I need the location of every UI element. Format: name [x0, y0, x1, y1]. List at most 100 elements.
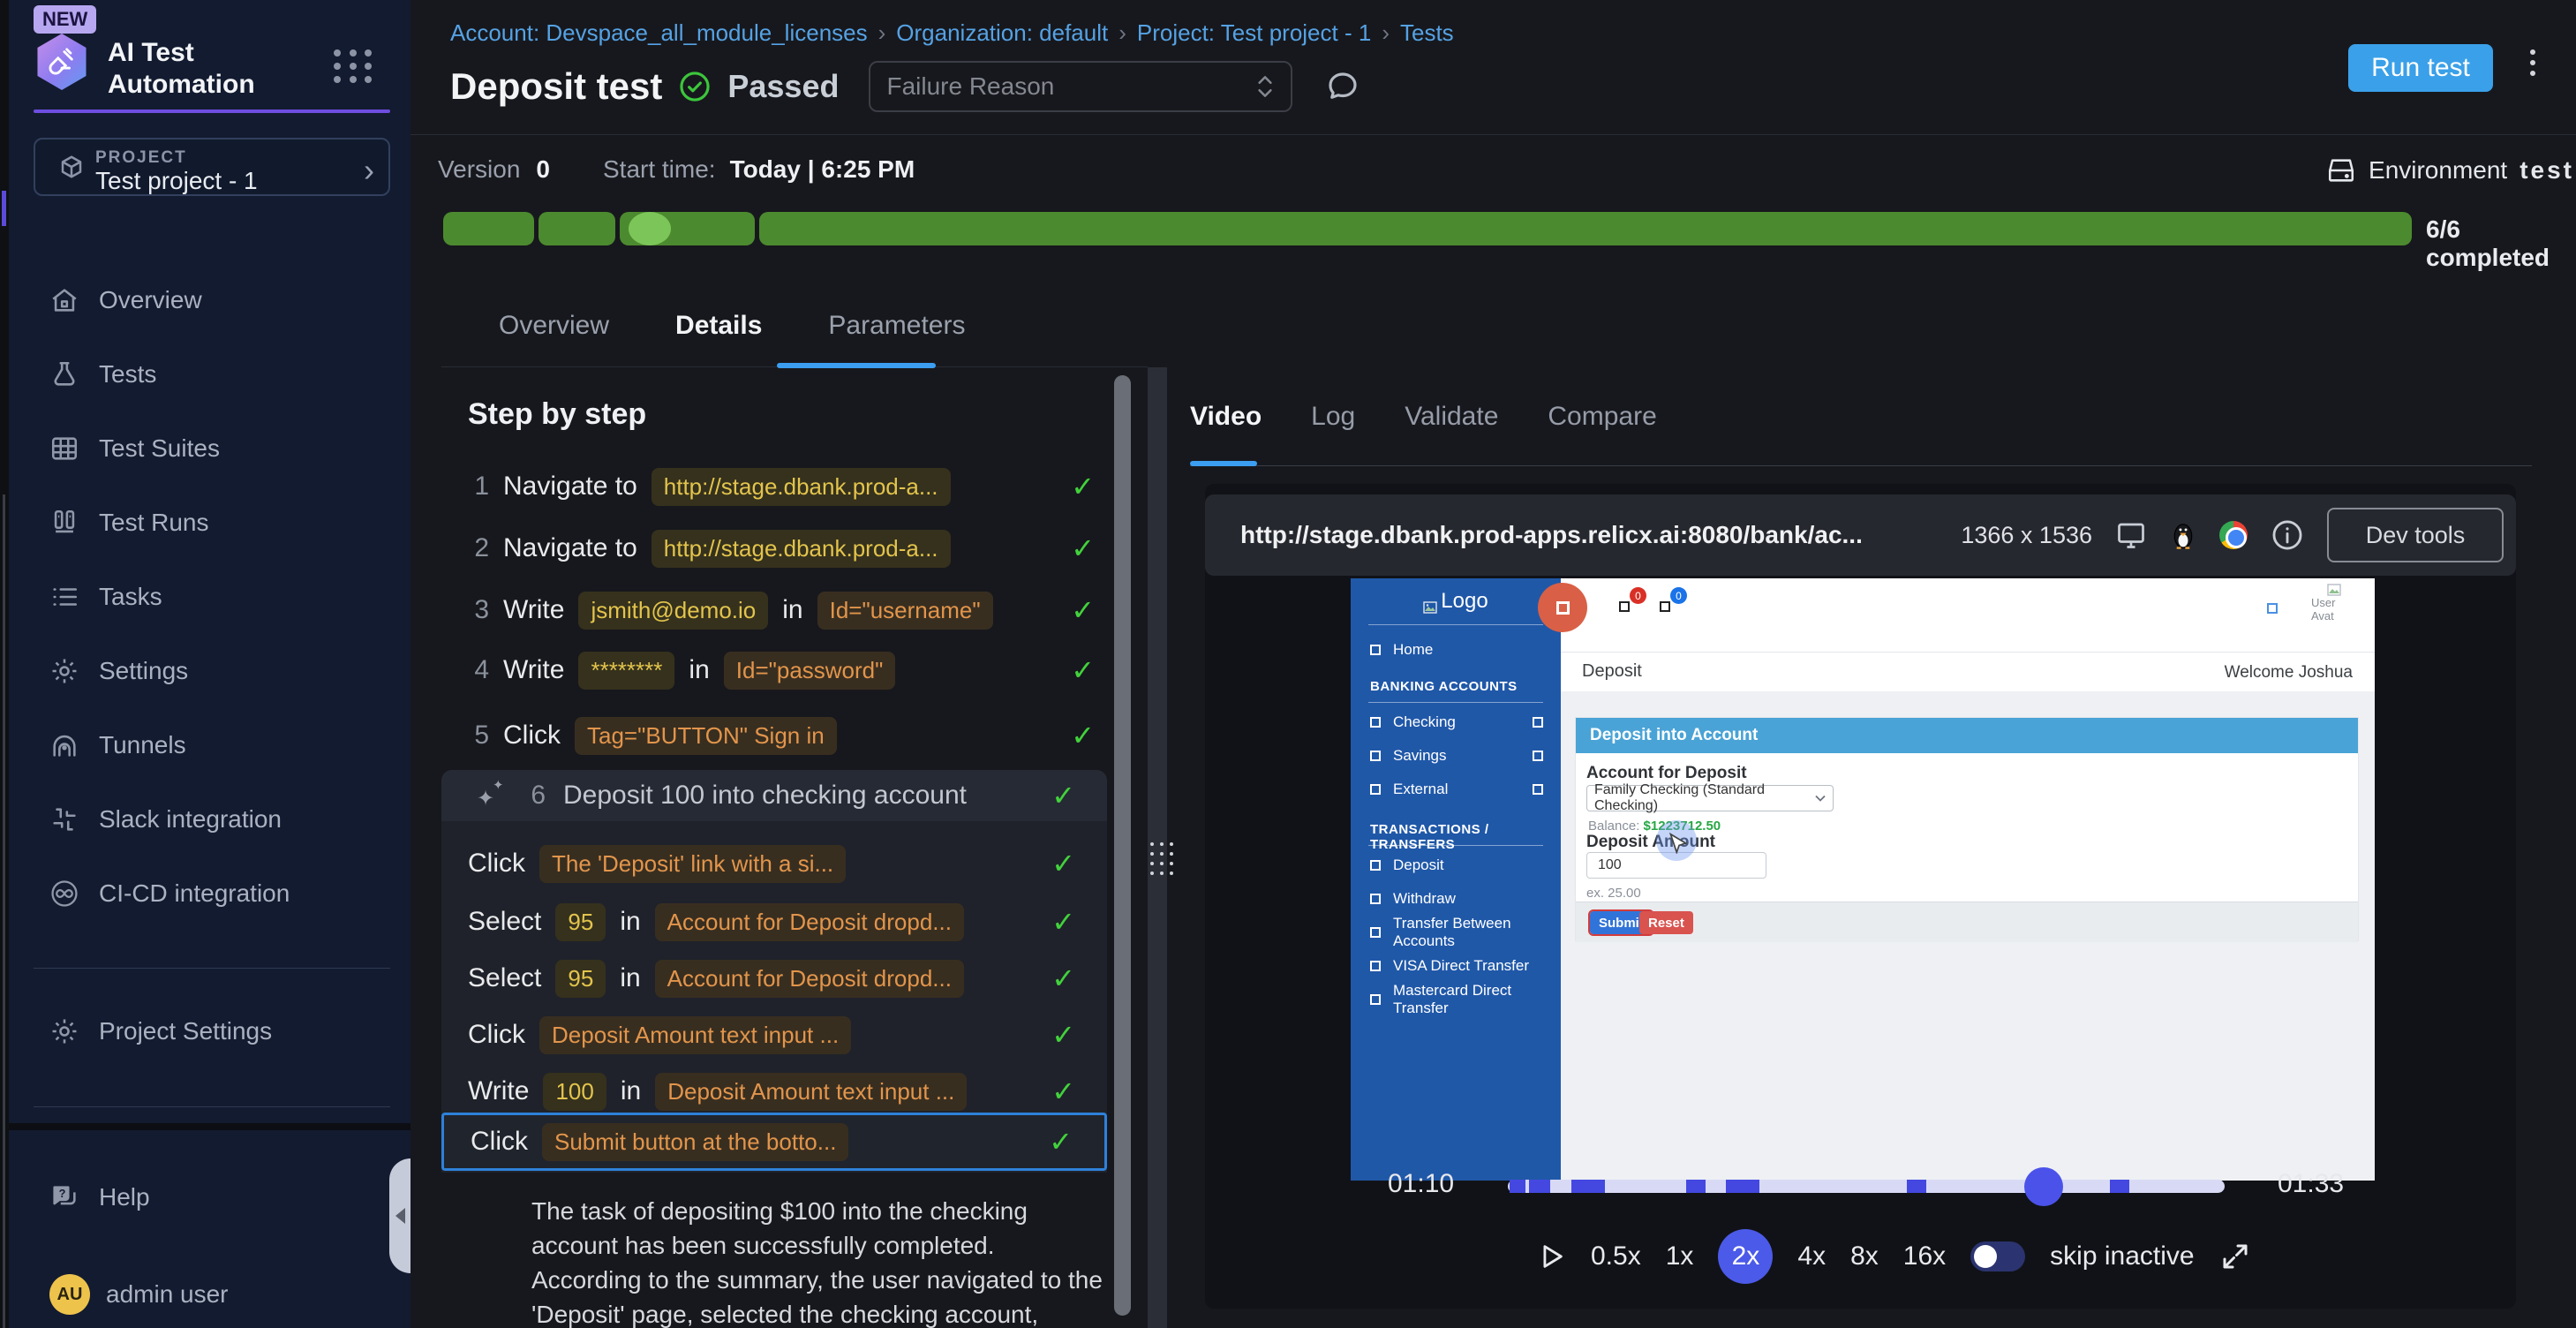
- step-value-tag[interactable]: ********: [578, 652, 674, 690]
- sidebar-item-slack-integration[interactable]: Slack integration: [34, 795, 390, 844]
- app-switcher-icon[interactable]: [334, 49, 374, 83]
- bank-nav-withdraw[interactable]: Withdraw: [1351, 884, 1561, 914]
- tab-details[interactable]: Details: [675, 311, 762, 341]
- progress-segment[interactable]: [620, 212, 755, 245]
- sidebar-item-cicd-integration[interactable]: CI-CD integration: [34, 869, 390, 918]
- substep-row-3[interactable]: Select 95 in Account for Deposit dropd..…: [441, 954, 1107, 1003]
- account-for-deposit-select[interactable]: Family Checking (Standard Checking): [1586, 785, 1834, 811]
- tab-overview[interactable]: Overview: [499, 311, 609, 341]
- video-timeline[interactable]: [1508, 1180, 2225, 1193]
- devtools-button[interactable]: Dev tools: [2327, 508, 2504, 562]
- steps-scrollbar[interactable]: [1114, 375, 1131, 1316]
- step-action: Write: [468, 1076, 529, 1106]
- progress-segment[interactable]: [759, 212, 2412, 245]
- sidebar-item-test-runs[interactable]: Test Runs: [34, 498, 390, 547]
- substep-row-2[interactable]: Select 95 in Account for Deposit dropd..…: [441, 897, 1107, 947]
- substep-row-4[interactable]: Click Deposit Amount text input ...: [441, 1010, 1107, 1060]
- checkbox-icon[interactable]: [1619, 601, 1630, 612]
- speed-8x[interactable]: 8x: [1850, 1241, 1879, 1271]
- step-locator-tag[interactable]: Deposit Amount text input ...: [539, 1016, 851, 1054]
- bank-nav-visa[interactable]: VISA Direct Transfer: [1351, 951, 1561, 981]
- speed-0-5x[interactable]: 0.5x: [1591, 1241, 1641, 1271]
- sidebar-item-test-suites[interactable]: Test Suites: [34, 424, 390, 473]
- sidebar-item-tunnels[interactable]: Tunnels: [34, 721, 390, 770]
- bank-nav-transfer[interactable]: Transfer Between Accounts: [1351, 917, 1561, 947]
- step-row-3[interactable]: 3 Write jsmith@demo.io in Id="username": [468, 586, 1095, 634]
- bank-nav-home[interactable]: Home: [1351, 635, 1561, 665]
- step-value-tag[interactable]: 100: [543, 1073, 606, 1111]
- step-locator-tag[interactable]: The 'Deposit' link with a si...: [539, 845, 846, 883]
- app-window: NEW AI Test Automation PROJECT Test proj…: [0, 0, 2576, 1328]
- sidebar-item-help[interactable]: ? Help: [34, 1173, 390, 1222]
- breadcrumb-project[interactable]: Project: Test project - 1: [1137, 19, 1371, 47]
- bank-nav-mastercard[interactable]: Mastercard Direct Transfer: [1351, 985, 1561, 1015]
- project-label: PROJECT: [95, 148, 187, 168]
- bank-section-transactions: TRANSACTIONS / TRANSFERS: [1370, 822, 1561, 852]
- tab-parameters[interactable]: Parameters: [828, 311, 965, 341]
- step-locator-tag[interactable]: Submit button at the botto...: [542, 1123, 848, 1161]
- step-locator-tag[interactable]: Id="password": [724, 652, 896, 690]
- breadcrumb-account[interactable]: Account: Devspace_all_module_licenses: [450, 19, 868, 47]
- fullscreen-icon[interactable]: [2219, 1241, 2251, 1272]
- sidebar-item-tests[interactable]: Tests: [34, 350, 390, 399]
- step-locator-tag[interactable]: Deposit Amount text input ...: [655, 1073, 967, 1111]
- breadcrumb-tests[interactable]: Tests: [1400, 19, 1454, 47]
- play-icon[interactable]: [1536, 1240, 1566, 1273]
- account-select-value: Family Checking (Standard Checking): [1594, 782, 1808, 814]
- more-options-icon[interactable]: [2530, 49, 2535, 76]
- sidebar-item-overview[interactable]: Overview: [34, 275, 390, 325]
- tab-log[interactable]: Log: [1311, 402, 1355, 432]
- step-group-header[interactable]: ✦✦ 6 Deposit 100 into checking account: [441, 770, 1107, 821]
- step-locator-tag[interactable]: Account for Deposit dropd...: [655, 960, 964, 998]
- recording-stop-button[interactable]: [1538, 583, 1587, 632]
- speed-16x[interactable]: 16x: [1903, 1241, 1946, 1271]
- failure-reason-select[interactable]: Failure Reason: [869, 61, 1292, 112]
- bank-user-avatar[interactable]: User Avat: [2311, 584, 2357, 647]
- comment-icon[interactable]: [1324, 68, 1361, 105]
- video-time-current: 01:10: [1388, 1169, 1454, 1199]
- breadcrumb-organization[interactable]: Organization: default: [896, 19, 1108, 47]
- reset-button[interactable]: Reset: [1639, 911, 1693, 934]
- user-menu[interactable]: AU admin user: [34, 1270, 390, 1319]
- speed-2x-active[interactable]: 2x: [1718, 1229, 1773, 1284]
- run-test-button[interactable]: Run test: [2348, 44, 2493, 92]
- substep-row-5[interactable]: Write 100 in Deposit Amount text input .…: [441, 1067, 1107, 1116]
- info-icon[interactable]: [2271, 518, 2304, 552]
- step-value-tag[interactable]: 95: [555, 903, 606, 941]
- bank-nav-checking[interactable]: Checking: [1351, 707, 1561, 737]
- step-value-tag[interactable]: jsmith@demo.io: [578, 592, 768, 630]
- step-url-tag[interactable]: http://stage.dbank.prod-a...: [652, 530, 951, 568]
- project-selector[interactable]: PROJECT Test project - 1 ›: [34, 138, 390, 196]
- tab-validate[interactable]: Validate: [1405, 402, 1498, 432]
- panel-splitter[interactable]: [1148, 367, 1167, 1328]
- sidebar-collapse-handle[interactable]: [389, 1158, 411, 1273]
- skip-inactive-toggle[interactable]: [1970, 1241, 2025, 1271]
- sidebar-item-settings[interactable]: Settings: [34, 646, 390, 696]
- timeline-playhead[interactable]: [2024, 1167, 2063, 1206]
- step-row-2[interactable]: 2 Navigate to http://stage.dbank.prod-a.…: [468, 524, 1095, 572]
- checkbox-icon[interactable]: [1660, 601, 1670, 612]
- step-row-5[interactable]: 5 Click Tag="BUTTON" Sign in: [468, 712, 1095, 759]
- bank-nav-external[interactable]: External: [1351, 774, 1561, 804]
- sidebar-item-project-settings[interactable]: Project Settings: [34, 1007, 390, 1056]
- step-locator-tag[interactable]: Id="username": [817, 592, 993, 630]
- tab-compare[interactable]: Compare: [1548, 402, 1656, 432]
- tab-video[interactable]: Video: [1190, 402, 1262, 432]
- progress-segment[interactable]: [539, 212, 615, 245]
- progress-segment[interactable]: [443, 212, 534, 245]
- checkbox-icon[interactable]: [2267, 603, 2278, 614]
- bank-nav-savings[interactable]: Savings: [1351, 741, 1561, 771]
- step-row-4[interactable]: 4 Write ******** in Id="password": [468, 646, 1095, 694]
- speed-1x[interactable]: 1x: [1666, 1241, 1694, 1271]
- step-url-tag[interactable]: http://stage.dbank.prod-a...: [652, 468, 951, 506]
- step-value-tag[interactable]: 95: [555, 960, 606, 998]
- step-locator-tag[interactable]: Account for Deposit dropd...: [655, 903, 964, 941]
- bank-nav-deposit[interactable]: Deposit: [1351, 850, 1561, 880]
- substep-row-6-selected[interactable]: Click Submit button at the botto...: [441, 1113, 1107, 1171]
- step-row-1[interactable]: 1 Navigate to http://stage.dbank.prod-a.…: [468, 463, 1095, 510]
- substep-row-1[interactable]: Click The 'Deposit' link with a si...: [441, 839, 1107, 888]
- speed-4x[interactable]: 4x: [1797, 1241, 1826, 1271]
- mouse-cursor-icon: [1668, 833, 1688, 854]
- step-locator-tag[interactable]: Tag="BUTTON" Sign in: [575, 717, 837, 755]
- sidebar-item-tasks[interactable]: Tasks: [34, 572, 390, 622]
